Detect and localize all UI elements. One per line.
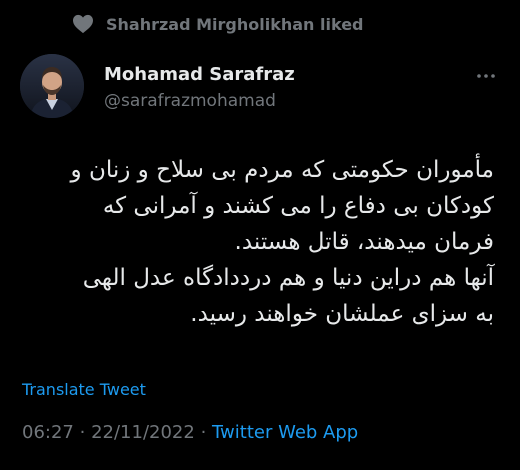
social-context-label[interactable]: Shahrzad Mirgholikhan liked xyxy=(106,15,364,34)
tweet-text-line: مأموران حکومتی که مردم بی سلاح و زنان و xyxy=(70,157,494,183)
tweet-text-line: به سزای عملشان خواهند رسید. xyxy=(190,301,494,327)
avatar-photo xyxy=(20,54,84,118)
tweet-source-link[interactable]: Twitter Web App xyxy=(212,422,358,443)
tweet-text-line: کودکان بی دفاع را می کشند و آمرانی که xyxy=(102,193,494,219)
translate-tweet-link[interactable]: Translate Tweet xyxy=(22,380,146,399)
tweet-text-line: آنها هم دراین دنیا و هم درددادگاه عدل ال… xyxy=(82,265,494,291)
tweet-text: مأموران حکومتی که مردم بی سلاح و زنان و … xyxy=(24,152,494,332)
author-block: Mohamad Sarafraz @sarafrazmohamad xyxy=(104,63,295,113)
avatar[interactable] xyxy=(20,54,84,118)
tweet-meta: 06:27 · 22/11/2022 · Twitter Web App xyxy=(22,422,358,443)
more-icon[interactable] xyxy=(474,64,498,88)
author-display-name[interactable]: Mohamad Sarafraz xyxy=(104,63,295,87)
meta-separator: · xyxy=(200,422,207,443)
heart-icon xyxy=(73,14,93,34)
tweet-time[interactable]: 06:27 xyxy=(22,422,74,443)
tweet-text-line: فرمان میدهند، قاتل هستند. xyxy=(234,229,494,255)
tweet-date[interactable]: 22/11/2022 xyxy=(91,422,195,443)
author-handle[interactable]: @sarafrazmohamad xyxy=(104,89,295,113)
meta-separator: · xyxy=(79,422,86,443)
social-context: Shahrzad Mirgholikhan liked xyxy=(72,14,364,34)
